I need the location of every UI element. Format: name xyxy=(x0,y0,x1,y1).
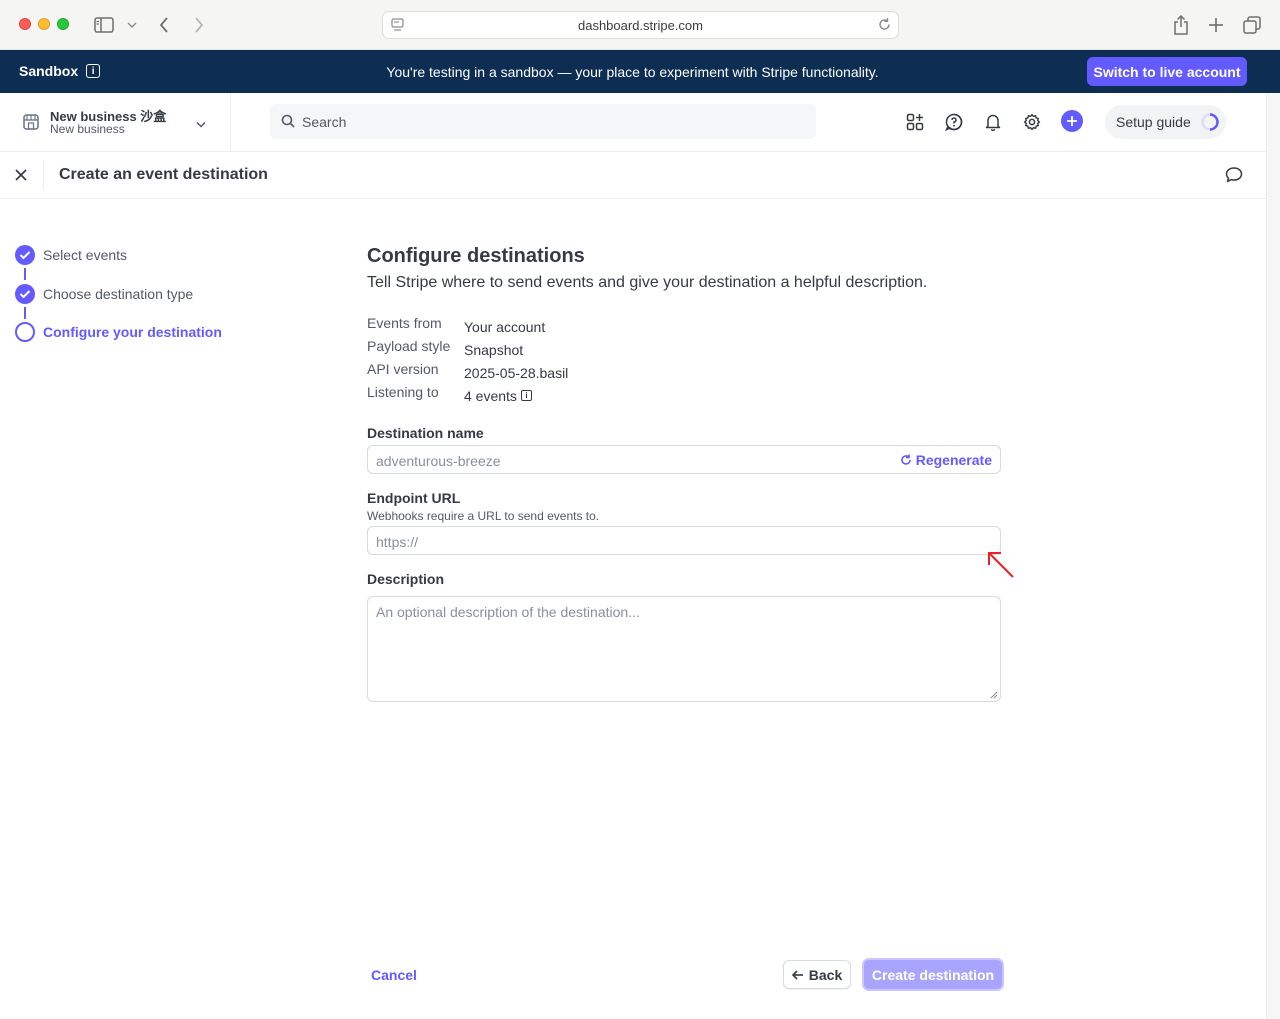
close-window-button[interactable] xyxy=(19,18,31,30)
step-label: Configure your destination xyxy=(43,324,222,340)
regenerate-button[interactable]: Regenerate xyxy=(900,452,992,468)
step-label: Choose destination type xyxy=(43,286,194,302)
detail-key: API version xyxy=(367,361,439,377)
form-subtitle: Tell Stripe where to send events and giv… xyxy=(367,274,928,291)
cancel-button[interactable]: Cancel xyxy=(371,967,417,983)
configure-form: Configure destinations Tell Stripe where… xyxy=(367,245,1007,702)
close-icon[interactable] xyxy=(12,166,30,184)
app-header: New business 沙盒 New business Search Setu… xyxy=(0,93,1266,151)
destination-name-input[interactable]: adventurous-breeze Regenerate xyxy=(367,445,1001,474)
site-settings-icon[interactable] xyxy=(391,18,404,35)
apps-icon[interactable] xyxy=(903,110,927,134)
info-icon[interactable]: i xyxy=(520,390,532,401)
step-configure-destination[interactable]: Configure your destination xyxy=(15,322,222,342)
resize-handle-icon[interactable] xyxy=(990,691,998,699)
switch-to-live-button[interactable]: Switch to live account xyxy=(1087,57,1247,86)
page-title: Create an event destination xyxy=(59,166,268,183)
setup-guide-label: Setup guide xyxy=(1116,114,1191,130)
endpoint-url-help: Webhooks require a URL to send events to… xyxy=(367,509,600,523)
new-tab-icon[interactable] xyxy=(1205,13,1227,37)
step-select-events[interactable]: Select events xyxy=(15,245,127,265)
detail-value: Your account xyxy=(464,318,546,335)
endpoint-url-label: Endpoint URL xyxy=(367,490,461,506)
feedback-icon[interactable] xyxy=(1225,166,1243,186)
detail-value-events[interactable]: 4 events i xyxy=(464,384,532,407)
endpoint-url-input[interactable]: https:// xyxy=(367,526,1001,555)
zoom-window-button[interactable] xyxy=(57,18,69,30)
step-label: Select events xyxy=(43,247,128,263)
chevron-down-icon xyxy=(196,115,206,131)
search-input[interactable]: Search xyxy=(270,104,816,139)
detail-row: Payload style Snapshot xyxy=(367,338,568,361)
destination-details: Events from Your account Payload style S… xyxy=(367,315,568,407)
description-label: Description xyxy=(367,571,445,587)
store-icon xyxy=(21,112,41,132)
page-title-bar: Create an event destination xyxy=(0,151,1266,199)
progress-ring-icon xyxy=(1201,113,1219,131)
setup-guide-button[interactable]: Setup guide xyxy=(1105,105,1226,139)
endpoint-url-placeholder: https:// xyxy=(376,534,419,550)
destination-name-placeholder: adventurous-breeze xyxy=(376,453,501,469)
destination-name-label: Destination name xyxy=(367,425,484,441)
gear-icon[interactable] xyxy=(1020,110,1044,134)
description-placeholder: An optional description of the destinati… xyxy=(376,604,640,620)
forward-arrow-icon[interactable] xyxy=(190,13,208,37)
back-arrow-icon[interactable] xyxy=(155,13,173,37)
step-choose-destination-type[interactable]: Choose destination type xyxy=(15,284,193,304)
detail-row: Listening to 4 events i xyxy=(367,384,568,407)
account-subtitle: New business xyxy=(50,122,125,136)
address-bar[interactable]: dashboard.stripe.com xyxy=(382,11,899,39)
detail-row: Events from Your account xyxy=(367,315,568,338)
create-destination-button[interactable]: Create destination xyxy=(862,958,1004,991)
divider xyxy=(43,160,44,190)
url-text: dashboard.stripe.com xyxy=(577,17,703,33)
minimize-window-button[interactable] xyxy=(38,18,50,30)
back-label: Back xyxy=(808,966,843,983)
arrow-left-icon xyxy=(791,969,803,980)
events-count: 4 events xyxy=(464,387,517,404)
share-icon[interactable] xyxy=(1170,13,1192,37)
bell-icon[interactable] xyxy=(981,110,1005,134)
detail-row: API version 2025-05-28.basil xyxy=(367,361,568,384)
search-icon xyxy=(281,114,295,131)
page-scrollbar[interactable] xyxy=(1266,93,1280,1019)
check-icon xyxy=(15,284,35,304)
detail-key: Listening to xyxy=(367,384,439,400)
form-title: Configure destinations xyxy=(367,245,585,267)
step-connector xyxy=(24,307,26,319)
chevron-down-icon[interactable] xyxy=(125,13,139,37)
plus-icon xyxy=(1067,116,1077,126)
back-button[interactable]: Back xyxy=(783,960,851,989)
detail-key: Payload style xyxy=(367,338,451,354)
help-icon[interactable] xyxy=(942,110,966,134)
detail-value: 2025-05-28.basil xyxy=(464,364,569,381)
browser-toolbar: dashboard.stripe.com xyxy=(0,0,1280,50)
sandbox-message: You're testing in a sandbox — your place… xyxy=(386,64,879,80)
regenerate-label: Regenerate xyxy=(915,452,992,468)
tab-overview-icon[interactable] xyxy=(1241,13,1263,37)
refresh-icon xyxy=(901,454,911,465)
step-connector xyxy=(24,268,26,280)
account-switcher[interactable]: New business 沙盒 New business xyxy=(0,93,231,151)
reload-icon[interactable] xyxy=(877,17,892,35)
sidebar-toggle-icon[interactable] xyxy=(93,13,115,37)
detail-value: Snapshot xyxy=(464,341,524,358)
current-step-icon xyxy=(15,322,35,342)
search-placeholder: Search xyxy=(302,114,347,130)
description-textarea[interactable]: An optional description of the destinati… xyxy=(367,596,1001,702)
annotation-arrow-icon xyxy=(988,552,1014,578)
check-icon xyxy=(15,245,35,265)
detail-key: Events from xyxy=(367,315,442,331)
create-plus-button[interactable] xyxy=(1061,110,1083,132)
sandbox-banner: Sandbox i You're testing in a sandbox — … xyxy=(0,50,1280,93)
